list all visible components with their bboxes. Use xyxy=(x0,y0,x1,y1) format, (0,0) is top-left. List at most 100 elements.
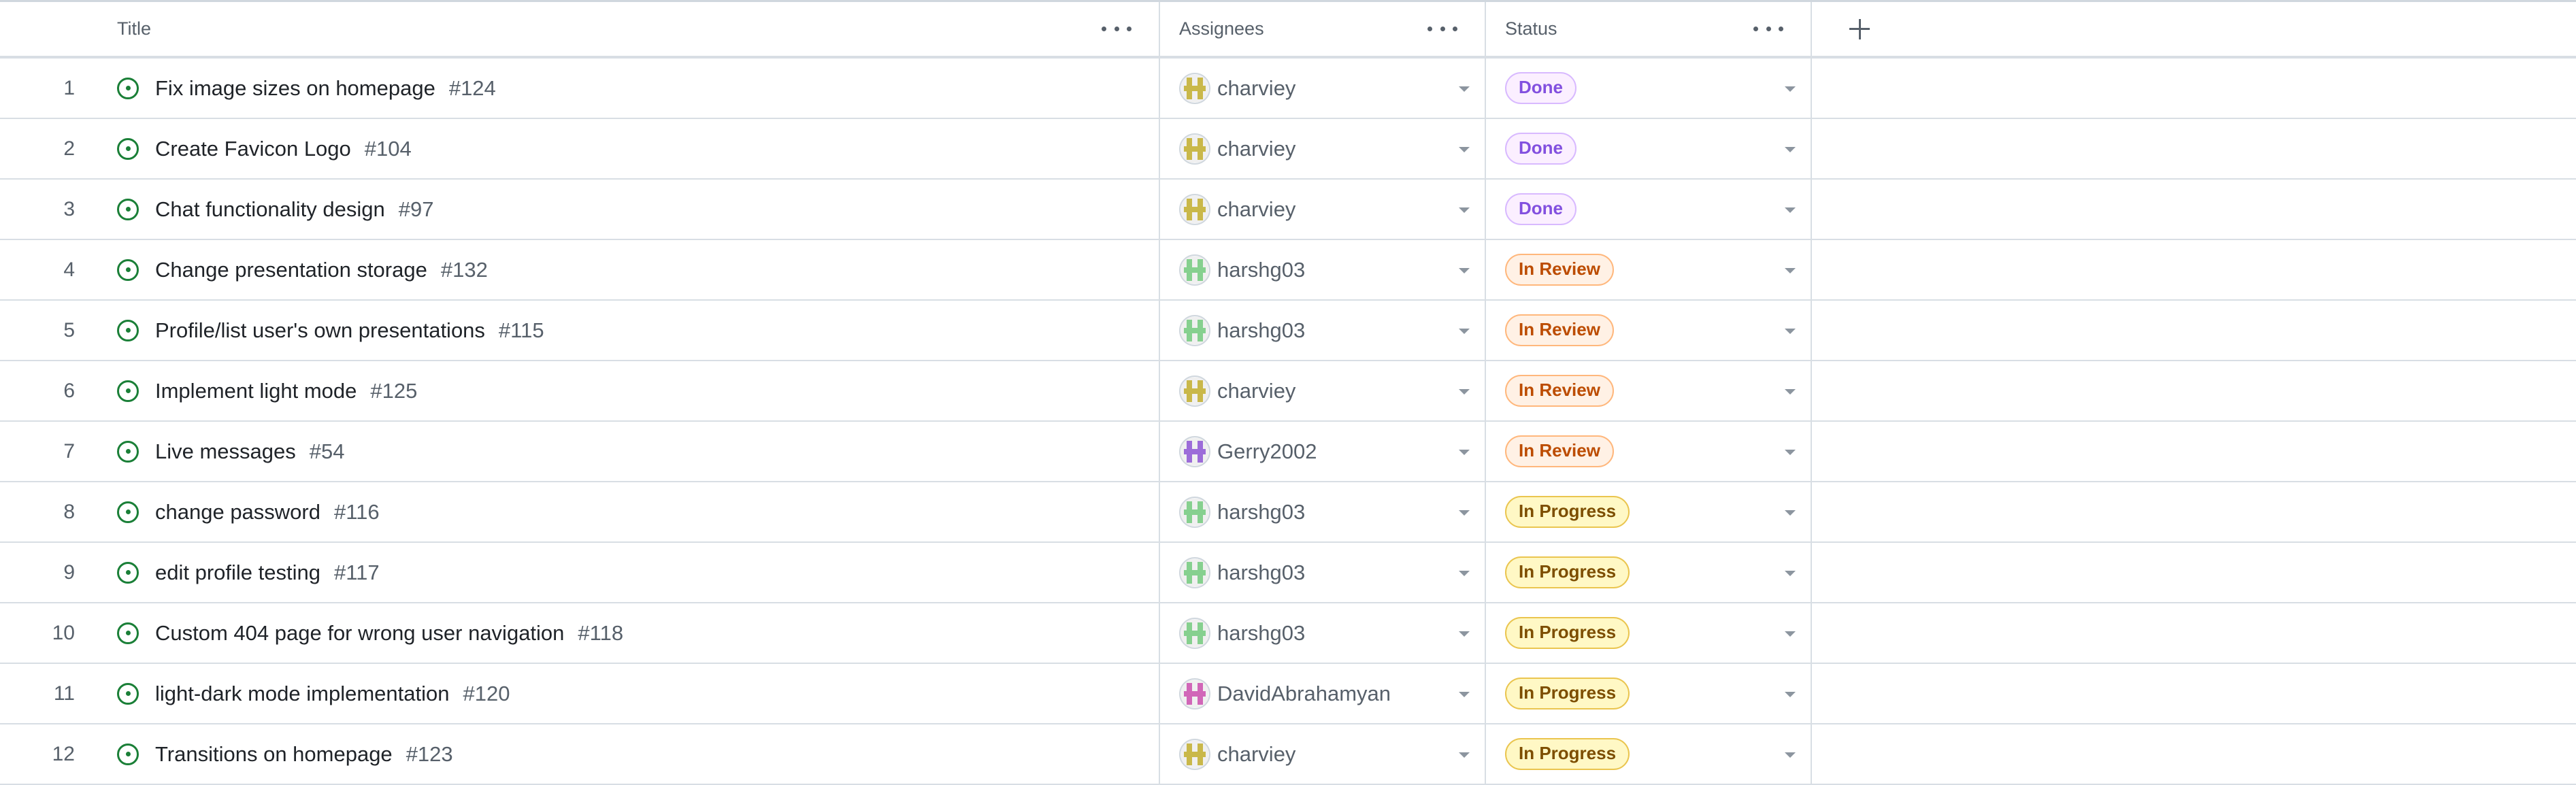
issue-title-link[interactable]: Fix image sizes on homepage xyxy=(155,76,435,101)
status-cell[interactable]: In Progress xyxy=(1486,724,1812,784)
assignee-name: harshg03 xyxy=(1217,499,1306,524)
table-row[interactable]: 4 Change presentation storage #132 harshg03… xyxy=(0,240,2576,301)
title-cell[interactable]: Live messages #54 xyxy=(109,422,1160,481)
title-cell[interactable]: Create Favicon Logo #104 xyxy=(109,119,1160,178)
row-index-cell: 11 xyxy=(0,664,109,723)
assignees-column-menu-icon[interactable] xyxy=(1427,21,1457,37)
assignee-dropdown-chevron-down-icon[interactable] xyxy=(1459,86,1470,92)
status-cell[interactable]: In Progress xyxy=(1486,603,1812,663)
status-dropdown-chevron-down-icon[interactable] xyxy=(1785,510,1796,516)
title-cell[interactable]: Change presentation storage #132 xyxy=(109,240,1160,299)
assignee-cell[interactable]: Gerry2002 xyxy=(1160,422,1486,481)
table-row[interactable]: 6 Implement light mode #125 charviey In Revi… xyxy=(0,361,2576,422)
status-cell[interactable]: Done xyxy=(1486,180,1812,239)
assignee-cell[interactable]: charviey xyxy=(1160,361,1486,420)
assignee-cell[interactable]: harshg03 xyxy=(1160,301,1486,360)
status-cell[interactable]: In Review xyxy=(1486,422,1812,481)
issue-title-link[interactable]: Change presentation storage xyxy=(155,258,427,282)
title-cell[interactable]: edit profile testing #117 xyxy=(109,543,1160,602)
table-row[interactable]: 7 Live messages #54 Gerry2002 In Review xyxy=(0,422,2576,482)
title-cell[interactable]: Profile/list user's own presentations #11… xyxy=(109,301,1160,360)
assignee-dropdown-chevron-down-icon[interactable] xyxy=(1459,510,1470,516)
issue-title-link[interactable]: light-dark mode implementation xyxy=(155,682,450,706)
status-cell[interactable]: Done xyxy=(1486,119,1812,178)
assignee-cell[interactable]: charviey xyxy=(1160,724,1486,784)
issue-number: #97 xyxy=(398,197,434,221)
assignee-cell[interactable]: charviey xyxy=(1160,119,1486,178)
status-dropdown-chevron-down-icon[interactable] xyxy=(1785,752,1796,758)
title-cell[interactable]: Custom 404 page for wrong user navigatio… xyxy=(109,603,1160,663)
assignee-cell[interactable]: DavidAbrahamyan xyxy=(1160,664,1486,723)
title-column-menu-icon[interactable] xyxy=(1102,21,1132,37)
table-row[interactable]: 12 Transitions on homepage #123 charviey In … xyxy=(0,724,2576,785)
status-column-menu-icon[interactable] xyxy=(1753,21,1783,37)
column-title-label: Title xyxy=(117,18,152,39)
column-header-status[interactable]: Status xyxy=(1486,2,1812,56)
assignee-cell[interactable]: harshg03 xyxy=(1160,482,1486,541)
assignee-dropdown-chevron-down-icon[interactable] xyxy=(1459,207,1470,213)
issue-title-link[interactable]: Create Favicon Logo xyxy=(155,137,351,161)
status-dropdown-chevron-down-icon[interactable] xyxy=(1785,267,1796,273)
title-cell[interactable]: Transitions on homepage #123 xyxy=(109,724,1160,784)
open-issue-icon xyxy=(117,622,139,644)
row-index-cell: 7 xyxy=(0,422,109,481)
title-cell[interactable]: Fix image sizes on homepage #124 xyxy=(109,59,1160,118)
table-row[interactable]: 8 change password #116 harshg03 In Progress xyxy=(0,482,2576,543)
assignee-cell[interactable]: harshg03 xyxy=(1160,240,1486,299)
assignee-dropdown-chevron-down-icon[interactable] xyxy=(1459,691,1470,697)
title-cell[interactable]: Implement light mode #125 xyxy=(109,361,1160,420)
assignee-cell[interactable]: harshg03 xyxy=(1160,603,1486,663)
assignee-dropdown-chevron-down-icon[interactable] xyxy=(1459,752,1470,758)
table-row[interactable]: 3 Chat functionality design #97 charviey Don… xyxy=(0,180,2576,240)
issue-title-link[interactable]: edit profile testing xyxy=(155,561,320,585)
issue-title-link[interactable]: Transitions on homepage xyxy=(155,742,393,767)
status-cell[interactable]: In Review xyxy=(1486,240,1812,299)
title-cell[interactable]: Chat functionality design #97 xyxy=(109,180,1160,239)
status-cell[interactable]: In Progress xyxy=(1486,482,1812,541)
assignee-dropdown-chevron-down-icon[interactable] xyxy=(1459,570,1470,576)
issue-title-link[interactable]: Live messages xyxy=(155,439,296,464)
assignee-dropdown-chevron-down-icon[interactable] xyxy=(1459,146,1470,152)
status-dropdown-chevron-down-icon[interactable] xyxy=(1785,570,1796,576)
assignee-dropdown-chevron-down-icon[interactable] xyxy=(1459,388,1470,395)
table-row[interactable]: 10 Custom 404 page for wrong user navigat… xyxy=(0,603,2576,664)
status-dropdown-chevron-down-icon[interactable] xyxy=(1785,449,1796,455)
assignee-cell[interactable]: charviey xyxy=(1160,180,1486,239)
column-header-title[interactable]: Title xyxy=(109,2,1160,56)
assignee-dropdown-chevron-down-icon[interactable] xyxy=(1459,267,1470,273)
assignee-dropdown-chevron-down-icon[interactable] xyxy=(1459,449,1470,455)
add-field-plus-icon[interactable] xyxy=(1839,9,1880,50)
title-cell[interactable]: change password #116 xyxy=(109,482,1160,541)
table-row[interactable]: 5 Profile/list user's own presentations #1… xyxy=(0,301,2576,361)
assignee-cell[interactable]: harshg03 xyxy=(1160,543,1486,602)
issue-title-link[interactable]: Custom 404 page for wrong user navigatio… xyxy=(155,621,564,646)
table-row[interactable]: 11 light-dark mode implementation #120 Davi… xyxy=(0,664,2576,724)
status-dropdown-chevron-down-icon[interactable] xyxy=(1785,328,1796,334)
status-dropdown-chevron-down-icon[interactable] xyxy=(1785,146,1796,152)
column-header-assignees[interactable]: Assignees xyxy=(1160,2,1486,56)
assignee-dropdown-chevron-down-icon[interactable] xyxy=(1459,328,1470,334)
table-row[interactable]: 1 Fix image sizes on homepage #124 charviey… xyxy=(0,59,2576,119)
issue-title-link[interactable]: Implement light mode xyxy=(155,379,357,403)
table-row[interactable]: 2 Create Favicon Logo #104 charviey Done xyxy=(0,119,2576,180)
status-dropdown-chevron-down-icon[interactable] xyxy=(1785,207,1796,213)
table-row[interactable]: 9 edit profile testing #117 harshg03 In Prog… xyxy=(0,543,2576,603)
status-cell[interactable]: In Review xyxy=(1486,301,1812,360)
status-cell[interactable]: In Progress xyxy=(1486,664,1812,723)
status-cell[interactable]: In Review xyxy=(1486,361,1812,420)
status-dropdown-chevron-down-icon[interactable] xyxy=(1785,86,1796,92)
status-dropdown-chevron-down-icon[interactable] xyxy=(1785,631,1796,637)
issue-title-link[interactable]: Profile/list user's own presentations xyxy=(155,318,485,343)
status-cell[interactable]: Done xyxy=(1486,59,1812,118)
assignee-cell[interactable]: charviey xyxy=(1160,59,1486,118)
issue-title-link[interactable]: Chat functionality design xyxy=(155,197,385,222)
status-badge: In Progress xyxy=(1505,556,1630,588)
status-dropdown-chevron-down-icon[interactable] xyxy=(1785,691,1796,697)
assignee-dropdown-chevron-down-icon[interactable] xyxy=(1459,631,1470,637)
open-issue-icon xyxy=(117,440,139,463)
title-cell[interactable]: light-dark mode implementation #120 xyxy=(109,664,1160,723)
assignee-name: charviey xyxy=(1217,378,1296,403)
issue-title-link[interactable]: change password xyxy=(155,500,320,524)
status-dropdown-chevron-down-icon[interactable] xyxy=(1785,388,1796,395)
status-cell[interactable]: In Progress xyxy=(1486,543,1812,602)
